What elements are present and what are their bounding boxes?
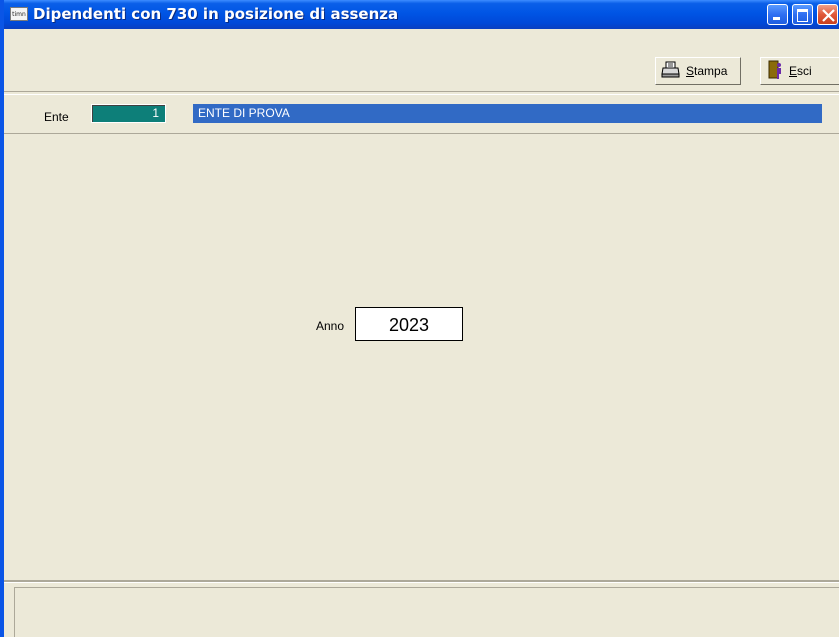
exit-door-icon — [766, 60, 784, 83]
app-icon[interactable]: timn — [10, 7, 28, 21]
ente-code-field[interactable]: 1 — [91, 104, 166, 123]
esci-button[interactable]: Esci — [760, 57, 839, 85]
title-bar[interactable]: timn Dipendenti con 730 in posizione di … — [4, 0, 839, 29]
stampa-label: Stampa — [686, 64, 728, 78]
window-title: Dipendenti con 730 in posizione di assen… — [33, 5, 399, 23]
application-window: timn Dipendenti con 730 in posizione di … — [0, 0, 839, 637]
close-icon — [822, 9, 835, 22]
toolbar: Stampa Esci — [4, 29, 839, 92]
esci-label: Esci — [789, 64, 812, 78]
stampa-button[interactable]: Stampa — [655, 57, 741, 85]
minimize-button[interactable] — [767, 4, 788, 25]
status-panel — [14, 587, 839, 637]
close-button[interactable] — [817, 4, 838, 25]
status-bar — [4, 580, 839, 637]
anno-input[interactable]: 2023 — [355, 307, 463, 341]
anno-label: Anno — [316, 319, 345, 333]
ente-label: Ente — [44, 110, 69, 124]
ente-panel: Ente 1 ENTE DI PROVA — [4, 94, 839, 134]
printer-icon — [661, 61, 681, 82]
maximize-button[interactable] — [792, 4, 813, 25]
ente-name-field: ENTE DI PROVA — [193, 104, 822, 123]
